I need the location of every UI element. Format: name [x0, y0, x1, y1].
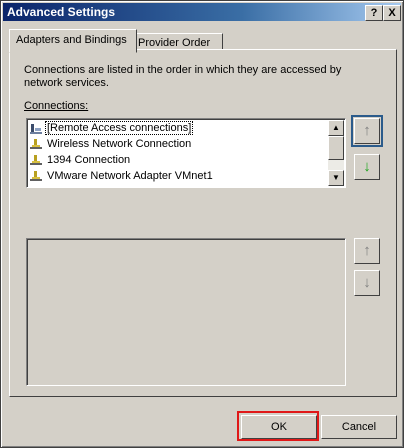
bindings-box[interactable]: [26, 238, 346, 386]
move-down-button[interactable]: ↓: [354, 154, 380, 180]
network-connection-icon: [29, 155, 43, 166]
list-item[interactable]: [Remote Access connections]: [29, 120, 329, 136]
scroll-up-arrow-icon[interactable]: ▲: [328, 120, 344, 136]
cancel-button[interactable]: Cancel: [321, 415, 397, 439]
binding-move-down-button[interactable]: ↓: [354, 270, 380, 296]
move-up-button[interactable]: ↑: [351, 115, 383, 147]
connection-name: 1394 Connection: [47, 154, 131, 166]
close-button[interactable]: X: [383, 5, 401, 21]
help-button[interactable]: ?: [365, 5, 383, 21]
window-title: Advanced Settings: [7, 5, 116, 19]
connection-name: Wireless Network Connection: [47, 138, 192, 150]
connections-label: Connections:: [24, 100, 89, 112]
vertical-scrollbar[interactable]: ▲ ▼: [328, 120, 344, 186]
scroll-thumb[interactable]: [328, 136, 344, 160]
connection-name: [Remote Access connections]: [44, 121, 194, 135]
remote-access-icon: [29, 123, 43, 135]
tab-adapters-and-bindings[interactable]: Adapters and Bindings: [9, 29, 137, 53]
network-connection-icon: [29, 171, 43, 182]
list-item[interactable]: 1394 Connection: [29, 152, 329, 168]
binding-move-up-button[interactable]: ↑: [354, 238, 380, 264]
list-item[interactable]: VMware Network Adapter VMnet1: [29, 168, 329, 184]
connections-list[interactable]: [Remote Access connections] Wireless Net…: [26, 118, 346, 188]
network-connection-icon: [29, 139, 43, 150]
tab-panel: Connections are listed in the order in w…: [9, 49, 397, 397]
list-item[interactable]: Wireless Network Connection: [29, 136, 329, 152]
connection-name: VMware Network Adapter VMnet1: [47, 170, 213, 182]
title-bar[interactable]: Advanced Settings ? X: [3, 3, 401, 21]
scroll-down-arrow-icon[interactable]: ▼: [328, 170, 344, 186]
ok-button[interactable]: OK: [241, 415, 317, 439]
advanced-settings-dialog: Advanced Settings ? X Adapters and Bindi…: [0, 0, 404, 448]
description-text: Connections are listed in the order in w…: [24, 64, 342, 89]
